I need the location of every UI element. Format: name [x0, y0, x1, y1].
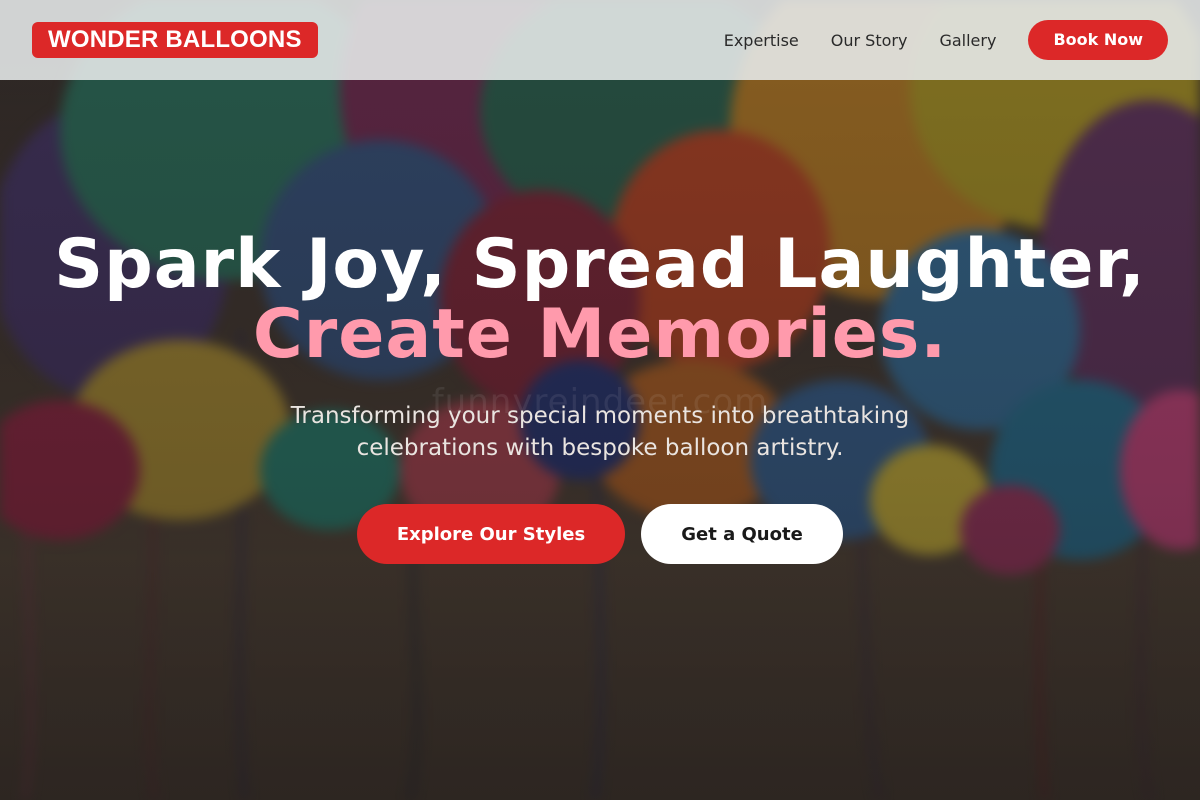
main-nav: Expertise Our Story Gallery Book Now — [724, 20, 1168, 60]
headline-line-1: Spark Joy, Spread Laughter, — [54, 225, 1146, 304]
hero-headline: Spark Joy, Spread Laughter, Create Memor… — [0, 230, 1200, 370]
nav-link-gallery[interactable]: Gallery — [939, 31, 996, 50]
book-now-button[interactable]: Book Now — [1028, 20, 1168, 60]
nav-link-our-story[interactable]: Our Story — [831, 31, 908, 50]
logo[interactable]: WONDER BALLOONS — [32, 22, 318, 58]
get-quote-button[interactable]: Get a Quote — [641, 504, 843, 564]
hero-section: Spark Joy, Spread Laughter, Create Memor… — [0, 230, 1200, 564]
hero-cta-group: Explore Our Styles Get a Quote — [0, 504, 1200, 564]
explore-styles-button[interactable]: Explore Our Styles — [357, 504, 625, 564]
nav-link-expertise[interactable]: Expertise — [724, 31, 799, 50]
headline-line-2: Create Memories. — [252, 295, 948, 374]
hero-subtitle: Transforming your special moments into b… — [290, 403, 910, 461]
site-header: WONDER BALLOONS Expertise Our Story Gall… — [0, 0, 1200, 80]
